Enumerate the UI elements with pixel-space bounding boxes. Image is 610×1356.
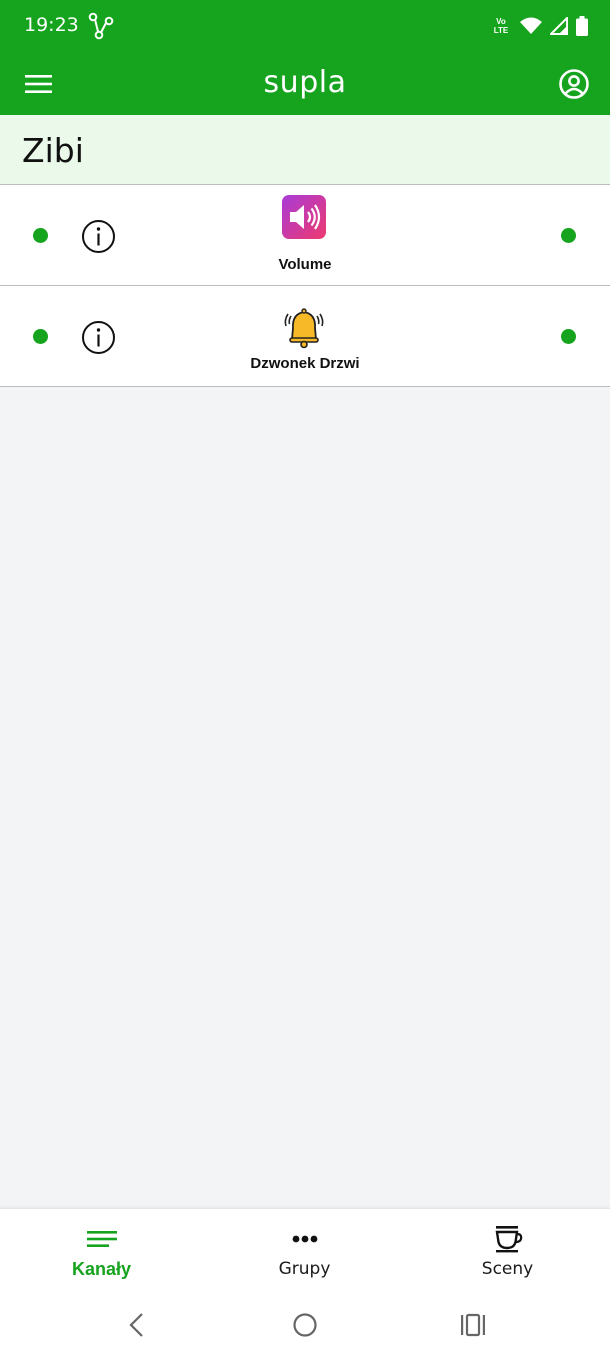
channel-label: Volume (278, 256, 332, 273)
dots-icon (292, 1235, 317, 1243)
tab-label: Grupy (278, 1259, 331, 1279)
status-dot-left (33, 228, 48, 243)
tab-scenes[interactable]: Sceny (406, 1209, 609, 1297)
location-name: Zibi (22, 131, 84, 170)
list-icon (86, 1231, 117, 1247)
channel-row-volume[interactable]: Volume (0, 185, 610, 286)
bottom-navigation: Kanały Grupy Sceny (0, 1208, 610, 1296)
bell-icon (284, 308, 324, 349)
status-dot-right (561, 228, 576, 243)
recents-icon[interactable] (458, 1310, 488, 1340)
volte-top-text: Vo (496, 17, 506, 26)
wifi-icon (520, 17, 542, 34)
tab-channels[interactable]: Kanały (0, 1209, 203, 1297)
signal-icon (550, 17, 568, 35)
location-header[interactable]: Zibi (0, 115, 610, 185)
info-icon[interactable] (81, 219, 116, 254)
app-bar: supla (0, 52, 610, 115)
tab-groups[interactable]: Grupy (203, 1209, 406, 1297)
speaker-icon (282, 195, 326, 239)
status-time: 19:23 (24, 14, 79, 36)
cup-icon (495, 1226, 522, 1253)
battery-icon (576, 16, 588, 36)
status-dot-right (561, 329, 576, 344)
tab-label: Sceny (481, 1259, 534, 1279)
channel-row-doorbell[interactable]: Dzwonek Drzwi (0, 286, 610, 387)
status-bar: 19:23 Vo LTE (0, 0, 610, 52)
volte-icon: Vo LTE (490, 17, 512, 35)
back-icon[interactable] (122, 1310, 152, 1340)
branch-icon (88, 12, 114, 40)
tab-label: Kanały (71, 1259, 132, 1279)
status-dot-left (33, 329, 48, 344)
home-icon[interactable] (290, 1310, 320, 1340)
info-icon[interactable] (81, 320, 116, 355)
app-title: supla (263, 65, 347, 100)
system-navigation-bar (0, 1296, 610, 1356)
volte-bottom-text: LTE (493, 26, 509, 35)
account-icon[interactable] (558, 68, 590, 100)
channel-label: Dzwonek Drzwi (250, 355, 360, 372)
